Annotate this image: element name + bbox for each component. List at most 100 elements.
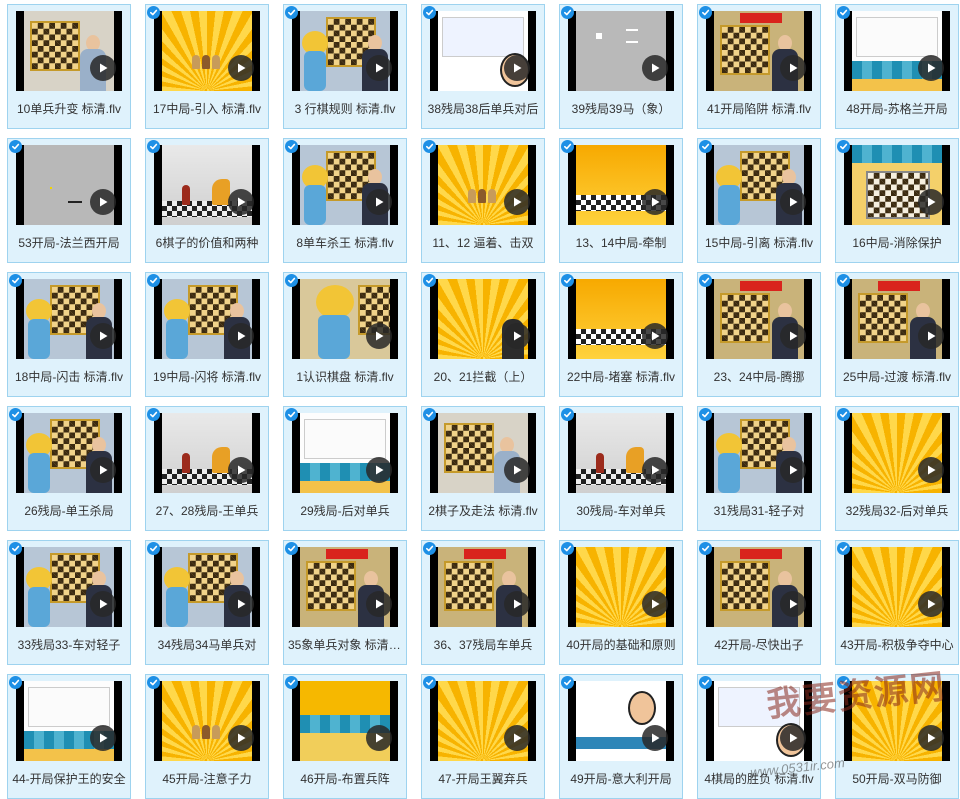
selected-check-icon[interactable] bbox=[285, 408, 298, 421]
play-icon[interactable] bbox=[366, 591, 392, 617]
video-thumbnail[interactable] bbox=[706, 145, 812, 225]
play-icon[interactable] bbox=[504, 591, 530, 617]
play-icon[interactable] bbox=[780, 591, 806, 617]
video-tile[interactable]: 32残局32-后对单兵 bbox=[835, 406, 959, 531]
video-tile[interactable]: 30残局-车对单兵 bbox=[559, 406, 683, 531]
play-icon[interactable] bbox=[90, 457, 116, 483]
video-thumbnail[interactable] bbox=[844, 547, 950, 627]
video-thumbnail[interactable] bbox=[292, 547, 398, 627]
video-thumbnail[interactable] bbox=[430, 681, 536, 761]
video-tile[interactable]: 42开局-尽快出子 bbox=[697, 540, 821, 665]
play-icon[interactable] bbox=[504, 323, 530, 349]
selected-check-icon[interactable] bbox=[9, 408, 22, 421]
video-thumbnail[interactable] bbox=[292, 413, 398, 493]
selected-check-icon[interactable] bbox=[561, 140, 574, 153]
play-icon[interactable] bbox=[918, 189, 944, 215]
play-icon[interactable] bbox=[504, 457, 530, 483]
selected-check-icon[interactable] bbox=[837, 140, 850, 153]
video-tile[interactable]: 49开局-意大利开局 bbox=[559, 674, 683, 799]
selected-check-icon[interactable] bbox=[423, 6, 436, 19]
play-icon[interactable] bbox=[90, 591, 116, 617]
selected-check-icon[interactable] bbox=[699, 408, 712, 421]
play-icon[interactable] bbox=[504, 725, 530, 751]
video-tile[interactable]: 13、14中局-牵制 bbox=[559, 138, 683, 263]
play-icon[interactable] bbox=[90, 55, 116, 81]
video-thumbnail[interactable] bbox=[568, 145, 674, 225]
video-thumbnail[interactable] bbox=[16, 681, 122, 761]
selected-check-icon[interactable] bbox=[9, 274, 22, 287]
video-thumbnail[interactable] bbox=[292, 681, 398, 761]
video-tile[interactable]: 15中局-引离 标清.flv bbox=[697, 138, 821, 263]
play-icon[interactable] bbox=[228, 55, 254, 81]
video-thumbnail[interactable] bbox=[292, 11, 398, 91]
video-tile[interactable]: 39残局39马（象） bbox=[559, 4, 683, 129]
selected-check-icon[interactable] bbox=[9, 542, 22, 555]
play-icon[interactable] bbox=[366, 725, 392, 751]
video-tile[interactable]: 23、24中局-腾挪 bbox=[697, 272, 821, 397]
selected-check-icon[interactable] bbox=[423, 274, 436, 287]
play-icon[interactable] bbox=[918, 591, 944, 617]
video-thumbnail[interactable] bbox=[706, 547, 812, 627]
play-icon[interactable] bbox=[642, 591, 668, 617]
video-tile[interactable]: 2棋子及走法 标清.flv bbox=[421, 406, 545, 531]
video-tile[interactable]: 19中局-闪将 标清.flv bbox=[145, 272, 269, 397]
selected-check-icon[interactable] bbox=[147, 140, 160, 153]
video-tile[interactable]: 22中局-堵塞 标清.flv bbox=[559, 272, 683, 397]
selected-check-icon[interactable] bbox=[699, 676, 712, 689]
video-tile[interactable]: 6棋子的价值和两种 bbox=[145, 138, 269, 263]
video-tile[interactable]: 3 行棋规则 标清.flv bbox=[283, 4, 407, 129]
play-icon[interactable] bbox=[228, 457, 254, 483]
play-icon[interactable] bbox=[780, 725, 806, 751]
video-thumbnail[interactable] bbox=[430, 547, 536, 627]
play-icon[interactable] bbox=[228, 189, 254, 215]
video-thumbnail[interactable] bbox=[706, 279, 812, 359]
video-thumbnail[interactable] bbox=[16, 145, 122, 225]
video-thumbnail[interactable] bbox=[844, 279, 950, 359]
video-tile[interactable]: 43开局-积极争夺中心 bbox=[835, 540, 959, 665]
selected-check-icon[interactable] bbox=[699, 6, 712, 19]
selected-check-icon[interactable] bbox=[285, 140, 298, 153]
selected-check-icon[interactable] bbox=[837, 676, 850, 689]
selected-check-icon[interactable] bbox=[147, 542, 160, 555]
selected-check-icon[interactable] bbox=[837, 274, 850, 287]
video-thumbnail[interactable] bbox=[844, 681, 950, 761]
video-thumbnail[interactable] bbox=[568, 413, 674, 493]
video-tile[interactable]: 11、12 逼着、击双 bbox=[421, 138, 545, 263]
video-thumbnail[interactable] bbox=[154, 681, 260, 761]
play-icon[interactable] bbox=[366, 189, 392, 215]
selected-check-icon[interactable] bbox=[699, 274, 712, 287]
video-tile[interactable]: 50开局-双马防御 bbox=[835, 674, 959, 799]
selected-check-icon[interactable] bbox=[423, 408, 436, 421]
video-tile[interactable]: 25中局-过渡 标清.flv bbox=[835, 272, 959, 397]
play-icon[interactable] bbox=[228, 725, 254, 751]
video-tile[interactable]: 35象单兵对象 标清.flv bbox=[283, 540, 407, 665]
selected-check-icon[interactable] bbox=[423, 676, 436, 689]
video-tile[interactable]: 10单兵升变 标清.flv bbox=[7, 4, 131, 129]
play-icon[interactable] bbox=[90, 725, 116, 751]
video-thumbnail[interactable] bbox=[154, 279, 260, 359]
play-icon[interactable] bbox=[228, 591, 254, 617]
video-thumbnail[interactable] bbox=[154, 11, 260, 91]
play-icon[interactable] bbox=[918, 323, 944, 349]
selected-check-icon[interactable] bbox=[285, 676, 298, 689]
play-icon[interactable] bbox=[366, 323, 392, 349]
video-thumbnail[interactable] bbox=[16, 547, 122, 627]
video-thumbnail[interactable] bbox=[154, 413, 260, 493]
selected-check-icon[interactable] bbox=[147, 6, 160, 19]
play-icon[interactable] bbox=[918, 457, 944, 483]
video-thumbnail[interactable] bbox=[568, 279, 674, 359]
video-tile[interactable]: 38残局38后单兵对后 bbox=[421, 4, 545, 129]
video-thumbnail[interactable] bbox=[844, 413, 950, 493]
video-tile[interactable]: 4棋局的胜负 标清.flv bbox=[697, 674, 821, 799]
video-tile[interactable]: 45开局-注意子力 bbox=[145, 674, 269, 799]
selected-check-icon[interactable] bbox=[9, 140, 22, 153]
play-icon[interactable] bbox=[642, 323, 668, 349]
play-icon[interactable] bbox=[366, 55, 392, 81]
video-thumbnail[interactable] bbox=[430, 11, 536, 91]
selected-check-icon[interactable] bbox=[423, 140, 436, 153]
video-tile[interactable]: 36、37残局车单兵 bbox=[421, 540, 545, 665]
video-thumbnail[interactable] bbox=[16, 11, 122, 91]
selected-check-icon[interactable] bbox=[285, 6, 298, 19]
selected-check-icon[interactable] bbox=[147, 676, 160, 689]
selected-check-icon[interactable] bbox=[699, 140, 712, 153]
